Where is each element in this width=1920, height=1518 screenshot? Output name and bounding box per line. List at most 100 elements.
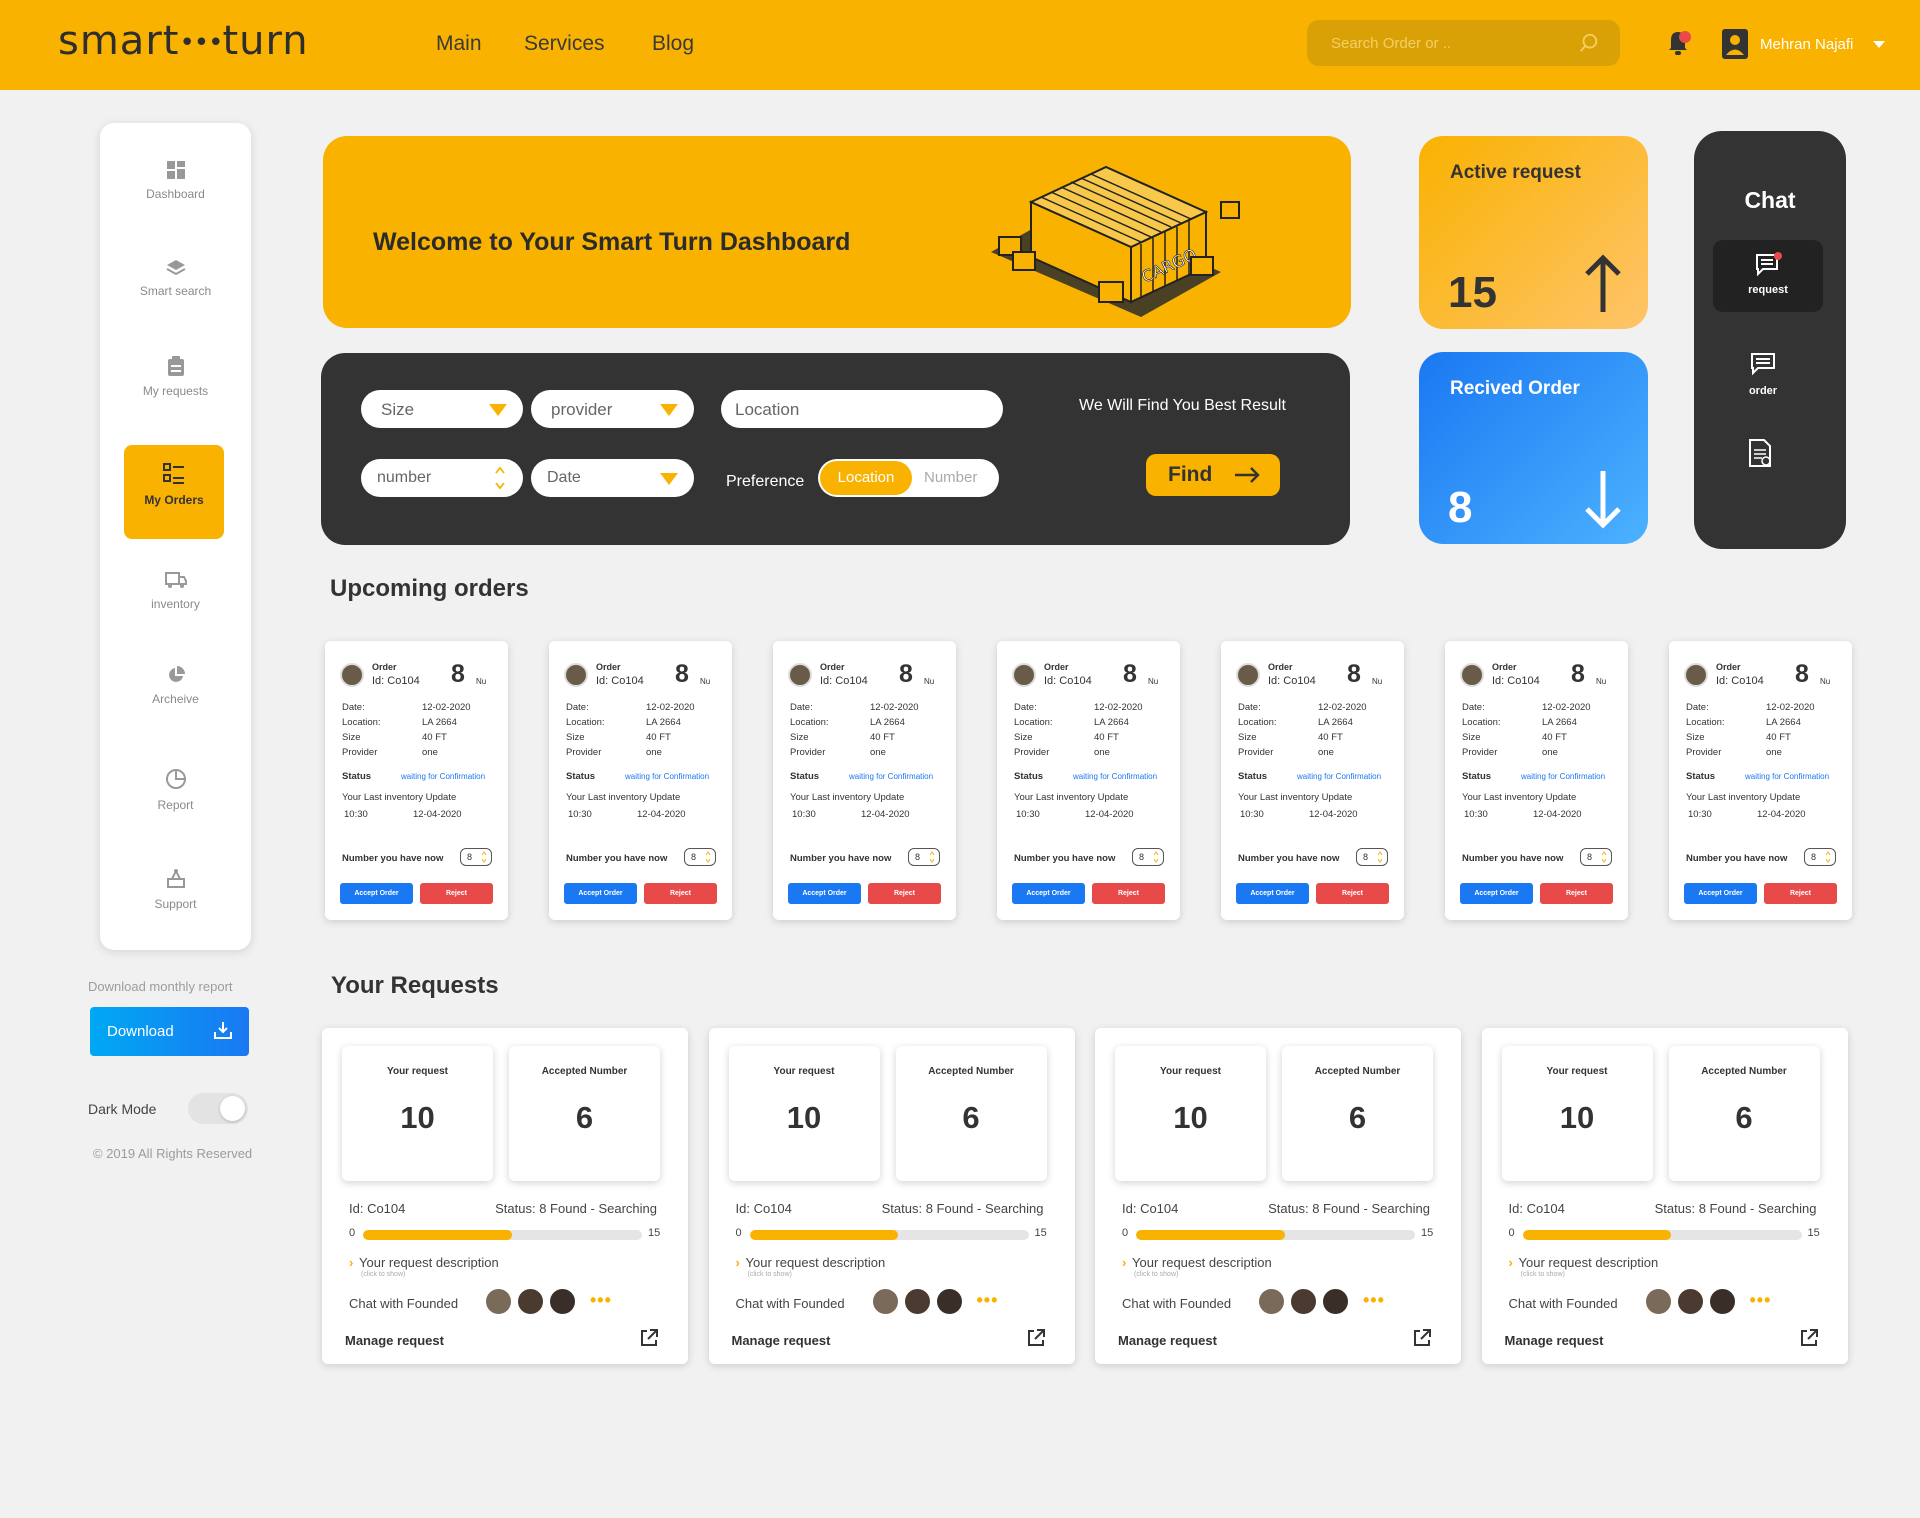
sidebar-item-archeive[interactable]: Archeive <box>100 666 251 761</box>
number-now-stepper[interactable]: 8 <box>1804 848 1836 866</box>
avatar[interactable] <box>870 1287 900 1316</box>
external-link-icon[interactable] <box>1412 1328 1432 1348</box>
manage-request-link[interactable]: Manage request <box>1118 1333 1217 1348</box>
manage-request-link[interactable]: Manage request <box>1505 1333 1604 1348</box>
reject-button[interactable]: Reject <box>1316 883 1389 904</box>
chevron-right-icon[interactable]: › <box>1122 1255 1126 1270</box>
reject-button[interactable]: Reject <box>1764 883 1837 904</box>
avatar[interactable] <box>902 1287 932 1316</box>
order-field-label: Date: <box>1238 702 1261 713</box>
provider-select[interactable]: provider <box>531 390 694 428</box>
received-order-card[interactable]: Recived Order 8 <box>1419 352 1648 544</box>
location-input[interactable]: Location <box>721 390 1003 428</box>
avatar[interactable] <box>1707 1287 1737 1316</box>
reject-button[interactable]: Reject <box>1540 883 1613 904</box>
sidebar-item-inventory[interactable]: inventory <box>100 571 251 666</box>
reject-button[interactable]: Reject <box>868 883 941 904</box>
size-select[interactable]: Size <box>361 390 523 428</box>
date-select[interactable]: Date <box>531 459 694 497</box>
accept-order-button[interactable]: Accept Order <box>1460 883 1533 904</box>
external-link-icon[interactable] <box>639 1328 659 1348</box>
stepper-arrows-icon[interactable] <box>929 851 935 863</box>
chevron-right-icon[interactable]: › <box>736 1255 740 1270</box>
request-description-link[interactable]: Your request description <box>359 1255 499 1270</box>
dark-mode-toggle[interactable] <box>188 1093 248 1124</box>
avatar[interactable] <box>1321 1287 1350 1316</box>
sidebar-item-report[interactable]: Report <box>100 768 251 863</box>
avatar[interactable] <box>1257 1287 1286 1316</box>
avatar[interactable] <box>516 1287 545 1316</box>
avatar[interactable] <box>1643 1287 1673 1316</box>
number-now-stepper[interactable]: 8 <box>460 848 492 866</box>
number-now-stepper[interactable]: 8 <box>1356 848 1388 866</box>
request-description-link[interactable]: Your request description <box>746 1255 886 1270</box>
chat-request-button[interactable]: request <box>1713 240 1823 312</box>
avatar[interactable] <box>1675 1287 1705 1316</box>
accept-order-button[interactable]: Accept Order <box>1012 883 1085 904</box>
download-button[interactable]: Download <box>90 1007 249 1056</box>
stepper-arrows-icon[interactable] <box>481 851 487 863</box>
document-icon[interactable] <box>1746 438 1774 468</box>
sidebar-item-dashboard[interactable]: Dashboard <box>100 161 251 256</box>
your-requests-title: Your Requests <box>331 972 499 999</box>
number-now-stepper[interactable]: 8 <box>1580 848 1612 866</box>
your-request-box: Your request 10 <box>342 1046 493 1181</box>
accept-order-button[interactable]: Accept Order <box>788 883 861 904</box>
chevron-right-icon[interactable]: › <box>349 1255 353 1270</box>
manage-request-link[interactable]: Manage request <box>732 1333 831 1348</box>
accept-order-button[interactable]: Accept Order <box>564 883 637 904</box>
accept-order-button[interactable]: Accept Order <box>1236 883 1309 904</box>
sidebar-item-my-orders[interactable]: My Orders <box>124 445 224 539</box>
nav-services[interactable]: Services <box>524 32 605 56</box>
number-stepper[interactable]: number <box>361 459 523 497</box>
stepper-arrows-icon[interactable] <box>705 851 711 863</box>
logo[interactable]: smart•••turn <box>58 18 309 64</box>
more-icon[interactable]: ••• <box>977 1290 999 1311</box>
last-update-time: 10:30 <box>1688 809 1712 820</box>
bell-icon[interactable] <box>1665 28 1693 58</box>
avatar[interactable] <box>548 1287 577 1316</box>
stepper-arrows-icon[interactable] <box>495 465 505 491</box>
stepper-arrows-icon[interactable] <box>1377 851 1383 863</box>
pref-location-option[interactable]: Location <box>820 461 912 495</box>
more-icon[interactable]: ••• <box>1363 1290 1385 1311</box>
reject-button[interactable]: Reject <box>420 883 493 904</box>
chat-order-button[interactable]: order <box>1694 351 1832 397</box>
request-status: Status: 8 Found - Searching <box>1268 1201 1430 1216</box>
sidebar-item-smart-search[interactable]: Smart search <box>100 258 251 353</box>
sidebar-item-support[interactable]: Support <box>100 867 251 962</box>
number-now-stepper[interactable]: 8 <box>684 848 716 866</box>
order-field-value: 12-02-2020 <box>1542 702 1591 713</box>
chevron-down-icon[interactable] <box>1873 40 1886 48</box>
nav-blog[interactable]: Blog <box>652 32 694 56</box>
number-now-stepper[interactable]: 8 <box>908 848 940 866</box>
reject-button[interactable]: Reject <box>644 883 717 904</box>
request-description-link[interactable]: Your request description <box>1132 1255 1272 1270</box>
preference-toggle[interactable]: Location Number <box>818 459 999 497</box>
number-now-stepper[interactable]: 8 <box>1132 848 1164 866</box>
search-input[interactable] <box>1331 20 1571 66</box>
stepper-arrows-icon[interactable] <box>1601 851 1607 863</box>
avatar[interactable] <box>484 1287 513 1316</box>
active-request-card[interactable]: Active request 15 <box>1419 136 1648 329</box>
sidebar-item-my-requests[interactable]: My requests <box>100 356 251 451</box>
accept-order-button[interactable]: Accept Order <box>340 883 413 904</box>
avatar[interactable] <box>934 1287 964 1316</box>
chevron-right-icon[interactable]: › <box>1509 1255 1513 1270</box>
more-icon[interactable]: ••• <box>590 1290 612 1311</box>
search-icon[interactable] <box>1578 32 1600 54</box>
external-link-icon[interactable] <box>1026 1328 1046 1348</box>
reject-button[interactable]: Reject <box>1092 883 1165 904</box>
stepper-arrows-icon[interactable] <box>1825 851 1831 863</box>
find-button[interactable]: Find <box>1146 454 1280 496</box>
more-icon[interactable]: ••• <box>1750 1290 1772 1311</box>
request-description-link[interactable]: Your request description <box>1519 1255 1659 1270</box>
external-link-icon[interactable] <box>1799 1328 1819 1348</box>
manage-request-link[interactable]: Manage request <box>345 1333 444 1348</box>
avatar[interactable] <box>1289 1287 1318 1316</box>
nav-main[interactable]: Main <box>436 32 482 56</box>
accept-order-button[interactable]: Accept Order <box>1684 883 1757 904</box>
user-menu[interactable]: Mehran Najafi <box>1722 28 1886 60</box>
stepper-arrows-icon[interactable] <box>1153 851 1159 863</box>
pref-number-option[interactable]: Number <box>924 459 977 497</box>
